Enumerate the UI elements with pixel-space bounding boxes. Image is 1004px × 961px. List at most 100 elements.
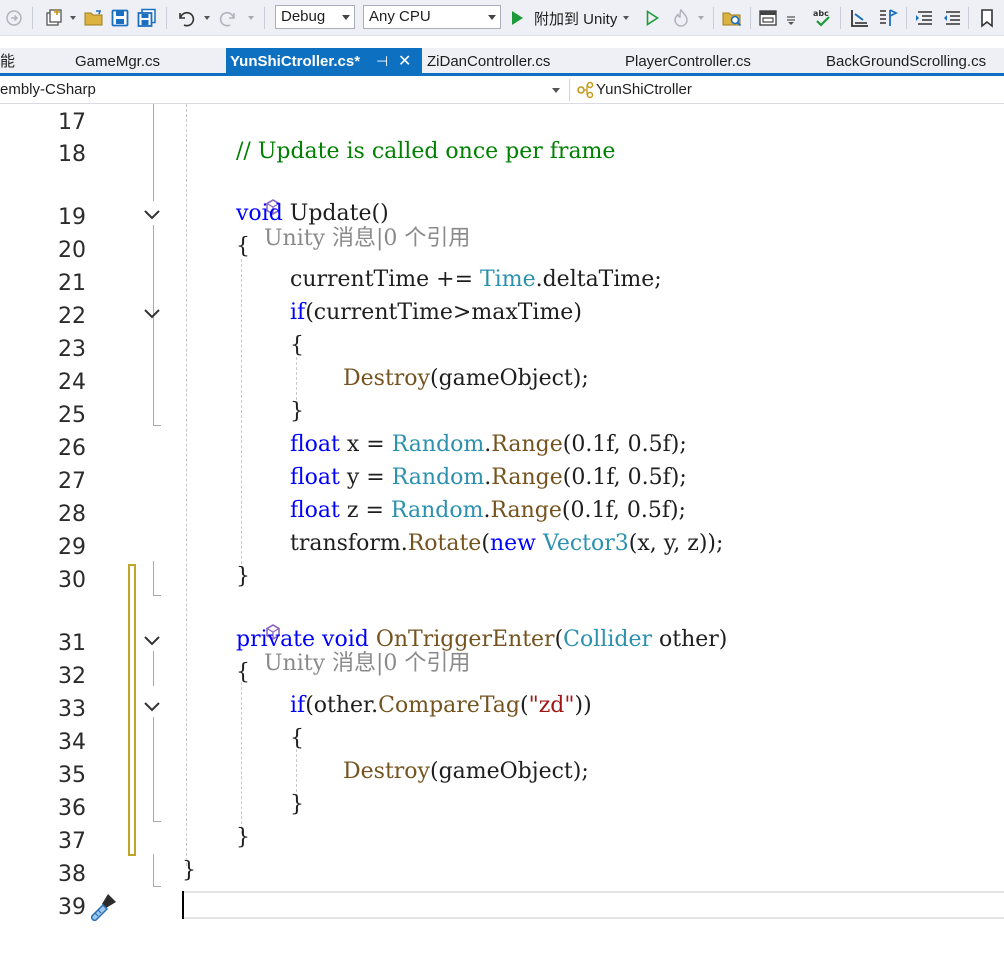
class-dropdown[interactable]: YunShiCtroller [576,79,996,101]
method-name: OnTriggerEnter [375,627,555,652]
collapse-chevron-icon[interactable] [143,208,161,222]
navigation-bar: embly-CSharp YunShiCtroller [0,77,1004,104]
code-text: transform. [290,531,408,556]
more-options-icon[interactable] [784,6,798,30]
save-all-icon[interactable] [135,6,159,30]
close-icon[interactable]: ✕ [398,48,411,75]
play-icon [512,11,523,25]
chevron-down-icon [342,15,350,20]
outdent-icon[interactable] [940,6,964,30]
line-number: 20 [58,238,86,263]
collapse-chevron-icon[interactable] [143,307,161,321]
window-layout-icon[interactable] [756,6,780,30]
code-line-28[interactable]: float z = Random.Range(0.1f, 0.5f); [290,498,686,523]
type-name: Vector3 [542,531,629,556]
tab-label: BackGroundScrolling.cs [826,53,987,70]
code-line-30[interactable]: } [236,564,250,589]
tab-gamemgr[interactable]: GameMgr.cs [75,48,225,75]
code-text: other) [651,627,728,652]
undo-dropdown-icon[interactable] [202,6,212,30]
code-line-33[interactable]: if(other.CompareTag("zd")) [290,693,592,718]
line-number: 21 [58,271,86,296]
undo-icon[interactable] [174,6,196,30]
codelens-text: Unity 消息|0 个引用 [263,226,471,251]
code-line-22[interactable]: if(currentTime>maxTime) [290,300,582,325]
code-line-37[interactable]: } [236,825,250,850]
attach-unity-button[interactable]: 附加到 Unity [509,6,639,30]
line-number: 32 [58,664,86,689]
line-number: 25 [58,403,86,428]
code-text: (currentTime>maxTime) [305,300,582,325]
tab-yunshictroller[interactable]: YunShiCtroller.cs* ⊣ ✕ [226,48,422,75]
indent-icon[interactable] [912,6,936,30]
code-line-32[interactable]: { [236,660,250,685]
new-project-icon[interactable] [42,6,66,30]
code-text: y = [339,465,392,490]
line-number: 33 [58,697,86,722]
code-line-31[interactable]: private void OnTriggerEnter(Collider oth… [236,627,727,652]
code-line-26[interactable]: float x = Random.Range(0.1f, 0.5f); [290,432,687,457]
open-folder-icon[interactable] [83,6,105,30]
method-name: Update [289,201,372,226]
project-dropdown[interactable]: embly-CSharp [0,79,566,101]
method-name: Range [490,498,562,523]
class-icon [577,81,594,99]
code-line-18[interactable]: // Update is called once per frame [236,139,615,164]
chevron-down-icon[interactable] [68,6,78,30]
code-line-20[interactable]: { [236,234,250,259]
code-editor[interactable]: 17 18 19 20 21 22 23 24 25 26 27 28 29 3… [0,104,1004,961]
code-text: ( [519,693,529,718]
navigate-forward-icon[interactable] [4,6,24,30]
tab-playercontroller[interactable]: PlayerController.cs [625,48,805,75]
type-name: Random [390,498,484,523]
tab-truncated[interactable]: 能 [0,48,40,75]
tab-backgroundscrolling[interactable]: BackGroundScrolling.cs [826,48,1004,75]
quick-actions-icon[interactable] [86,888,122,924]
line-number: 36 [58,796,86,821]
start-without-debugging-icon[interactable] [642,6,662,30]
brace: } [290,792,304,817]
line-number: 19 [58,205,86,230]
find-in-files-icon[interactable] [720,6,744,30]
collapse-chevron-icon[interactable] [143,634,161,648]
code-line-21[interactable]: currentTime += Time.deltaTime; [290,267,662,292]
code-line-29[interactable]: transform.Rotate(new Vector3(x, y, z)); [290,531,723,556]
redo-dropdown-icon[interactable] [246,6,256,30]
tab-zidancontroller[interactable]: ZiDanController.cs [427,48,607,75]
document-tabs: 能 GameMgr.cs YunShiCtroller.cs* ⊣ ✕ ZiDa… [0,48,1004,75]
codelens-text: Unity 消息|0 个引用 [263,651,471,676]
method-name: Rotate [407,531,482,556]
tab-label: PlayerController.cs [625,53,751,70]
collapse-chevron-icon[interactable] [143,700,161,714]
line-number: 38 [58,862,86,887]
brace: } [236,564,250,589]
code-line-27[interactable]: float y = Random.Range(0.1f, 0.5f); [290,465,687,490]
tab-label: YunShiCtroller.cs* [230,53,361,70]
configuration-value: Debug [281,8,326,25]
keyword: float [290,465,340,490]
format-icon[interactable] [876,6,900,30]
type-name: Time [480,267,536,292]
pin-icon[interactable]: ⊣ [376,48,388,75]
bookmark-icon[interactable] [976,6,998,30]
code-line-36[interactable]: } [290,792,304,817]
code-line-34[interactable]: { [290,726,304,751]
code-line-38[interactable]: } [182,858,196,883]
platform-select[interactable]: Any CPU [363,5,501,29]
method-name: Range [491,432,563,457]
configuration-select[interactable]: Debug [275,5,355,29]
svg-text:abc: abc [813,9,829,18]
code-line-35[interactable]: Destroy(gameObject); [343,759,589,784]
tab-label: GameMgr.cs [75,53,161,70]
redo-icon[interactable] [218,6,240,30]
line-number: 31 [58,631,86,656]
code-line-23[interactable]: { [290,333,304,358]
code-line-19[interactable]: void Update() [236,201,389,226]
code-line-25[interactable]: } [290,399,304,424]
code-line-24[interactable]: Destroy(gameObject); [343,366,589,391]
hot-reload-dropdown-icon[interactable] [696,6,706,30]
save-icon[interactable] [109,6,131,30]
hot-reload-icon[interactable] [670,6,692,30]
step-icon[interactable] [848,6,872,30]
spell-check-icon[interactable]: abc [810,6,834,30]
